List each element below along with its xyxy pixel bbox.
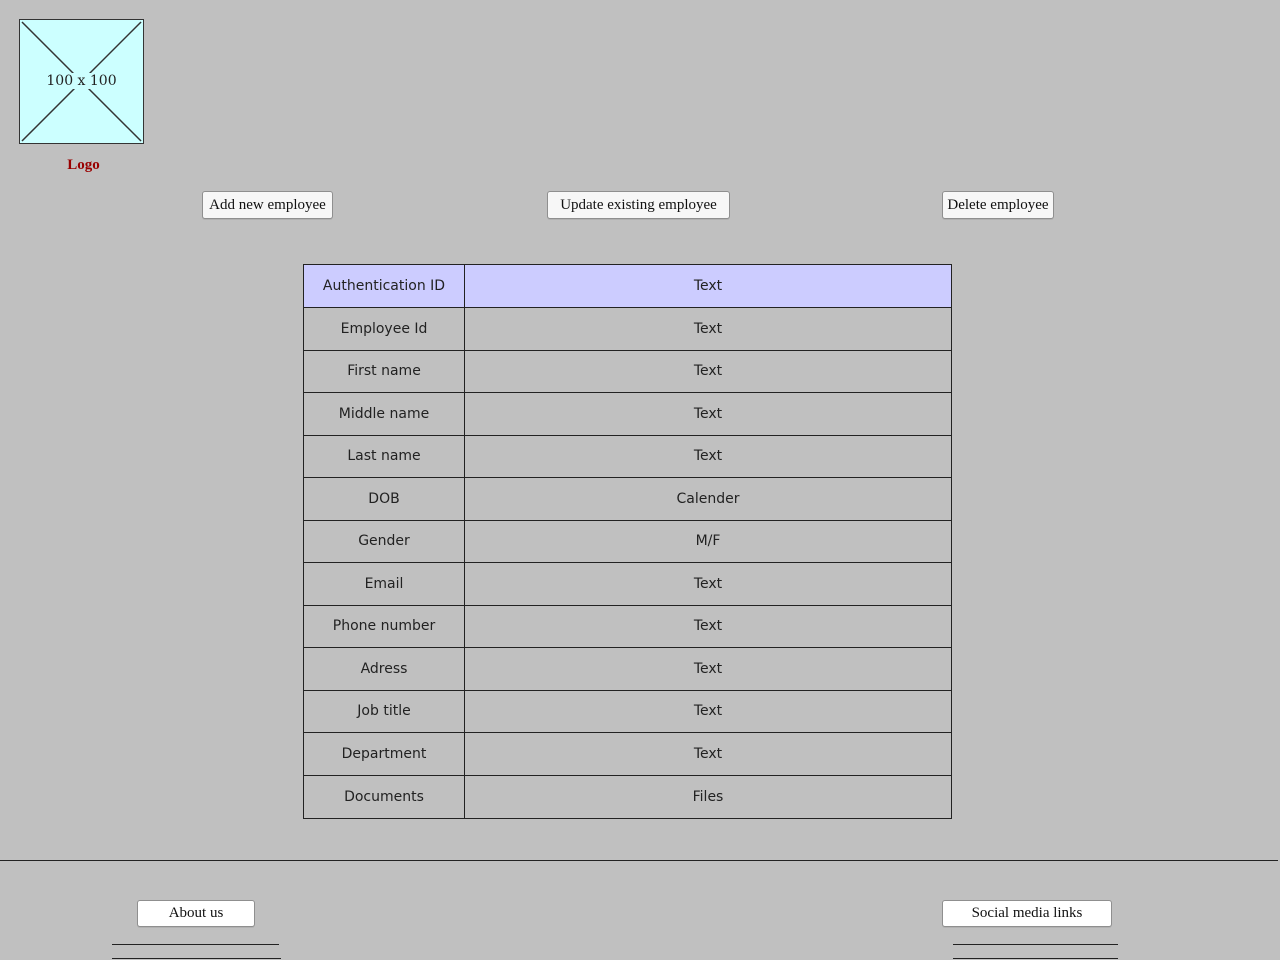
update-employee-button[interactable]: Update existing employee — [547, 191, 730, 219]
table-row: DOB Calender — [304, 478, 951, 521]
field-value[interactable]: Text — [465, 606, 951, 648]
table-row: Email Text — [304, 563, 951, 606]
logo-size-label: 100 x 100 — [44, 73, 119, 89]
field-label: Middle name — [304, 393, 465, 435]
field-value[interactable]: Text — [465, 265, 951, 307]
employee-form-table: Authentication ID Text Employee Id Text … — [303, 264, 952, 819]
field-label: Employee Id — [304, 308, 465, 350]
field-label: DOB — [304, 478, 465, 520]
field-label: Documents — [304, 775, 465, 818]
about-us-button[interactable]: About us — [137, 900, 255, 927]
field-value[interactable]: M/F — [465, 521, 951, 563]
table-row: First name Text — [304, 350, 951, 393]
table-row: Employee Id Text — [304, 308, 951, 351]
field-value[interactable]: Calender — [465, 478, 951, 520]
field-label: First name — [304, 350, 465, 392]
table-row: Authentication ID Text — [304, 265, 951, 308]
field-value[interactable]: Text — [465, 691, 951, 733]
logo-caption: Logo — [67, 157, 100, 173]
delete-employee-button[interactable]: Delete employee — [942, 191, 1054, 219]
footer-line — [953, 958, 1118, 959]
table-row: Gender M/F — [304, 520, 951, 563]
field-label: Email — [304, 563, 465, 605]
field-label: Gender — [304, 520, 465, 562]
footer-divider — [0, 860, 1278, 861]
table-row: Middle name Text — [304, 393, 951, 436]
field-label: Job title — [304, 690, 465, 732]
social-media-links-button[interactable]: Social media links — [942, 900, 1112, 927]
field-value[interactable]: Text — [465, 563, 951, 605]
field-value[interactable]: Text — [465, 733, 951, 775]
field-value[interactable]: Text — [465, 393, 951, 435]
field-label: Department — [304, 733, 465, 775]
footer-line — [953, 944, 1118, 945]
field-label: Last name — [304, 435, 465, 477]
field-value[interactable]: Text — [465, 351, 951, 393]
field-label: Phone number — [304, 605, 465, 647]
field-value[interactable]: Files — [465, 776, 951, 819]
field-label: Authentication ID — [304, 265, 465, 307]
field-label: Adress — [304, 648, 465, 690]
footer-line — [112, 944, 279, 945]
table-row: Phone number Text — [304, 605, 951, 648]
table-row: Documents Files — [304, 775, 951, 819]
table-row: Job title Text — [304, 690, 951, 733]
table-row: Adress Text — [304, 648, 951, 691]
footer-line — [112, 958, 281, 959]
table-row: Department Text — [304, 733, 951, 776]
logo-placeholder: 100 x 100 — [19, 19, 144, 144]
add-employee-button[interactable]: Add new employee — [202, 191, 333, 219]
field-value[interactable]: Text — [465, 648, 951, 690]
table-row: Last name Text — [304, 435, 951, 478]
field-value[interactable]: Text — [465, 308, 951, 350]
field-value[interactable]: Text — [465, 436, 951, 478]
